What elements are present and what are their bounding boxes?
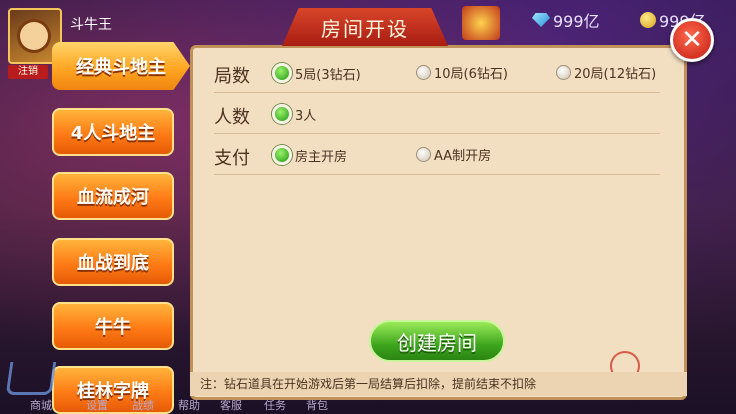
tab-xuezhan[interactable]: 血战到底 (52, 238, 174, 286)
dialog-title: 房间开设 (282, 8, 448, 46)
create-room-button[interactable]: 创建房间 (369, 320, 505, 362)
radio-icon[interactable] (556, 65, 571, 80)
nav-settings[interactable]: 设置 (86, 397, 108, 413)
option-label: 3人 (295, 108, 317, 124)
option-label: 10局(6钻石) (434, 67, 508, 82)
coin-icon (640, 12, 656, 28)
diamond-amount: 999亿 (553, 12, 600, 31)
radio-selected-icon[interactable] (272, 145, 292, 165)
rounds-row: 局数 5局(3钻石) 10局(6钻石) 20局(12钻石) (214, 52, 660, 93)
radio-selected-icon[interactable] (272, 63, 292, 83)
bottom-nav: 商城 设置 战绩 帮助 客服 任务 背包 (0, 396, 736, 414)
option-label: 房主开房 (295, 149, 348, 165)
nav-record[interactable]: 战绩 (132, 397, 154, 413)
close-icon: ✕ (681, 25, 703, 55)
nav-shop[interactable]: 商城 (30, 397, 52, 413)
players-label: 人数 (214, 107, 250, 128)
option-label: AA制开房 (434, 149, 492, 164)
radio-icon[interactable] (416, 65, 431, 80)
tab-xueliu[interactable]: 血流成河 (52, 172, 174, 220)
payment-option-host[interactable]: 房主开房 (272, 145, 347, 165)
diamond-icon (532, 13, 550, 27)
nav-help[interactable]: 帮助 (178, 397, 200, 413)
player-name: 斗牛王 (70, 17, 112, 33)
radio-selected-icon[interactable] (272, 104, 292, 124)
rounds-option-10[interactable]: 10局(6钻石) (416, 63, 508, 82)
nav-tasks[interactable]: 任务 (264, 397, 286, 413)
players-option-3[interactable]: 3人 (272, 104, 316, 124)
nav-bag[interactable]: 背包 (306, 397, 328, 413)
rounds-option-20[interactable]: 20局(12钻石) (556, 63, 656, 82)
payment-row: 支付 房主开房 AA制开房 (214, 134, 660, 175)
payment-label: 支付 (214, 148, 250, 169)
logout-button[interactable]: 注销 (8, 65, 48, 79)
option-label: 5局(3钻石) (295, 67, 361, 83)
rounds-label: 局数 (214, 66, 250, 87)
players-row: 人数 3人 (214, 93, 660, 134)
nav-service[interactable]: 客服 (220, 397, 242, 413)
payment-option-aa[interactable]: AA制开房 (416, 145, 491, 164)
close-button[interactable]: ✕ (670, 18, 714, 62)
shop-cart-icon[interactable] (5, 362, 57, 395)
tab-niuniu[interactable]: 牛牛 (52, 302, 174, 350)
tab-4p-landlord[interactable]: 4人斗地主 (52, 108, 174, 156)
diamond-balance[interactable]: 999亿 (532, 8, 600, 32)
option-label: 20局(12钻石) (574, 67, 657, 82)
rounds-option-5[interactable]: 5局(3钻石) (272, 63, 361, 83)
radio-icon[interactable] (416, 147, 431, 162)
tab-classic-landlord[interactable]: 经典斗地主 (52, 42, 190, 90)
diamond-deduction-note: 注：钻石道具在开始游戏后第一局结算后扣除，提前结束不扣除 (190, 372, 687, 396)
game-logo-icon (462, 6, 500, 40)
